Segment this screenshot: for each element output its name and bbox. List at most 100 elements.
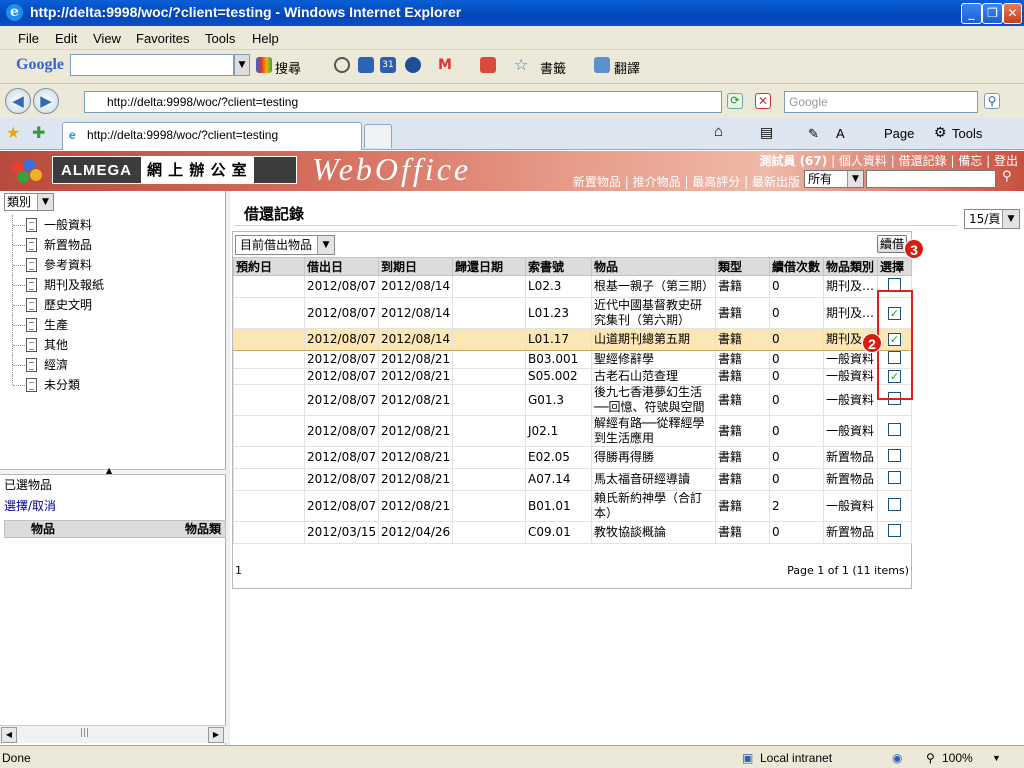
panel-splitter[interactable]: ▲ [0, 466, 226, 475]
compass-icon[interactable] [334, 57, 350, 73]
column-category[interactable]: 物品類別 [823, 257, 878, 276]
link-latest[interactable]: 最新出版 [752, 175, 800, 189]
menu-favorites[interactable]: Favorites [136, 31, 189, 46]
horizontal-scrollbar[interactable]: ◀ ▶ ||| [0, 725, 226, 743]
tree-item[interactable]: 新置物品 [8, 235, 104, 255]
scroll-right-icon[interactable]: ▶ [208, 727, 224, 743]
zoom-dropdown-icon[interactable]: ▼ [992, 753, 1001, 763]
header-filter-select[interactable]: 所有 ▼ [804, 170, 864, 188]
header-search-icon[interactable]: ⚲ [1002, 169, 1012, 184]
table-row[interactable]: 2012/08/07 2012/08/21 S05.002 古老石山范查理 書籍 0 一般資… [233, 368, 912, 385]
link-recommended[interactable]: 推介物品 [633, 175, 681, 189]
calendar-icon[interactable]: 31 [380, 57, 396, 73]
header-search-input[interactable] [866, 170, 996, 188]
stop-icon[interactable]: ✕ [755, 93, 771, 109]
protected-mode-icon[interactable]: ◉ [892, 751, 902, 765]
link-logout[interactable]: 登出 [994, 154, 1018, 168]
select-checkbox[interactable] [888, 497, 901, 511]
forward-button[interactable]: ▶ [33, 88, 59, 114]
google-search-button[interactable]: 搜尋 [275, 58, 301, 77]
column-due-date[interactable]: 到期日 [378, 257, 453, 276]
favorites-star-icon[interactable]: ★ [6, 123, 20, 142]
zoom-level[interactable]: 100% [942, 751, 973, 765]
translate-icon[interactable] [594, 57, 610, 73]
link-memo[interactable]: 備忘 [958, 154, 982, 168]
select-checkbox[interactable] [888, 449, 901, 462]
table-row[interactable]: 2012/08/07 2012/08/21 B03.001 聖經修辭學 書籍 0 一般資料 [233, 350, 912, 369]
link-top-rated[interactable]: 最高評分 [692, 175, 740, 189]
live-search-input[interactable]: Google [784, 91, 978, 113]
table-row[interactable]: 2012/08/07 2012/08/21 J02.1 解經有路──從釋經學到生活應用… [233, 415, 912, 447]
tree-item[interactable]: 生產 [8, 315, 104, 335]
maximize-button[interactable]: ❐ [982, 3, 1003, 24]
add-favorite-icon[interactable]: ✚ [32, 123, 45, 142]
menu-view[interactable]: View [93, 31, 121, 46]
tree-item[interactable]: 期刊及報紙 [8, 275, 104, 295]
column-item[interactable]: 物品 [31, 521, 55, 537]
scroll-thumb[interactable]: ||| [80, 728, 89, 738]
feeds-icon[interactable]: ✎ [808, 126, 819, 142]
category-select[interactable]: 類別 ▼ [4, 193, 54, 211]
tree-item[interactable]: 歷史文明 [8, 295, 104, 315]
table-row[interactable]: 2012/08/07 2012/08/14 L01.23 近代中國基督教史研究集刊（第… [233, 297, 912, 329]
print-icon[interactable]: ▤ [760, 124, 773, 141]
menu-file[interactable]: File [18, 31, 39, 46]
select-checkbox[interactable] [888, 524, 901, 537]
column-select[interactable]: 選擇 [877, 257, 912, 276]
table-row[interactable]: 2012/03/15 2012/04/26 C09.01 教牧協談概論 書籍 0 新置物品 [233, 521, 912, 544]
bookmarks-button[interactable]: 書籤 [540, 58, 566, 77]
google-search-icon[interactable] [256, 57, 272, 73]
home-icon[interactable]: ⌂ [714, 123, 723, 140]
select-toggle-link[interactable]: 選擇/取消 [4, 497, 56, 514]
column-type[interactable]: 類型 [715, 257, 770, 276]
link-loan-records[interactable]: 借還記錄 [899, 154, 947, 168]
new-tab-button[interactable] [364, 124, 392, 148]
renew-button[interactable]: 續借 [877, 235, 907, 253]
table-row[interactable]: 2012/08/07 2012/08/14 L02.3 根基一親子（第三期） 書籍 0 期刊… [233, 275, 912, 298]
column-renew-count[interactable]: 續借次數 [769, 257, 824, 276]
column-checkout-date[interactable]: 借出日 [304, 257, 379, 276]
link-profile[interactable]: 個人資料 [839, 154, 887, 168]
column-item[interactable]: 物品 [591, 257, 716, 276]
table-row[interactable]: 2012/08/07 2012/08/21 B01.01 賴氏新約神學（合訂本） 書籍 2… [233, 490, 912, 522]
search-icon[interactable]: ⚲ [984, 93, 1000, 109]
tab-current[interactable]: e http://delta:9998/woc/?client=testing [62, 122, 362, 150]
gmail-icon[interactable]: M [438, 57, 454, 73]
globe-icon[interactable] [405, 57, 421, 73]
link-new-items[interactable]: 新置物品 [573, 175, 621, 189]
per-page-select[interactable]: 15/頁 ▼ [964, 209, 1020, 229]
page-menu[interactable]: Page [884, 126, 914, 141]
tree-item[interactable]: 一般資料 [8, 215, 104, 235]
table-row[interactable]: 2012/08/07 2012/08/14 L01.17 山道期刊總第五期 書籍 0 期刊及… [233, 328, 912, 351]
close-button[interactable]: ✕ [1003, 3, 1022, 24]
column-call-number[interactable]: 索書號 [525, 257, 592, 276]
select-checkbox[interactable] [888, 471, 901, 484]
back-button[interactable]: ◀ [5, 88, 31, 114]
translate-button[interactable]: 翻譯 [614, 58, 640, 77]
book-icon[interactable] [358, 57, 374, 73]
google-search-dropdown[interactable]: ▼ [234, 54, 250, 76]
menu-tools[interactable]: Tools [205, 31, 235, 46]
tree-item[interactable]: 經濟 [8, 355, 104, 375]
column-item-type[interactable]: 物品類 [185, 521, 221, 537]
menu-edit[interactable]: Edit [55, 31, 77, 46]
column-reserve-date[interactable]: 預約日 [233, 257, 305, 276]
tools-menu[interactable]: Tools [952, 126, 982, 141]
table-row[interactable]: 2012/08/07 2012/08/21 E02.05 得勝再得勝 書籍 0 新置物品 [233, 446, 912, 469]
minimize-button[interactable]: _ [961, 3, 982, 24]
address-input[interactable]: http://delta:9998/woc/?client=testing [84, 91, 722, 113]
page-number[interactable]: 1 [235, 564, 242, 577]
loan-filter-select[interactable]: 目前借出物品 ▼ [235, 235, 335, 255]
tree-item[interactable]: 參考資料 [8, 255, 104, 275]
table-row[interactable]: 2012/08/07 2012/08/21 A07.14 馬太福音研經導讀 書籍 0 新置物… [233, 468, 912, 491]
scroll-left-icon[interactable]: ◀ [1, 727, 17, 743]
share-icon[interactable] [480, 57, 496, 73]
font-size-icon[interactable]: A [836, 126, 845, 141]
tree-item[interactable]: 其他 [8, 335, 104, 355]
user-name[interactable]: 測試員 (67) [759, 154, 827, 168]
tree-item[interactable]: 未分類 [8, 375, 104, 395]
menu-help[interactable]: Help [252, 31, 279, 46]
table-row[interactable]: 2012/08/07 2012/08/21 G01.3 後九七香港夢幻生活──回憶、符… [233, 384, 912, 416]
star-icon[interactable]: ☆ [514, 57, 530, 73]
google-search-input[interactable] [70, 54, 234, 76]
